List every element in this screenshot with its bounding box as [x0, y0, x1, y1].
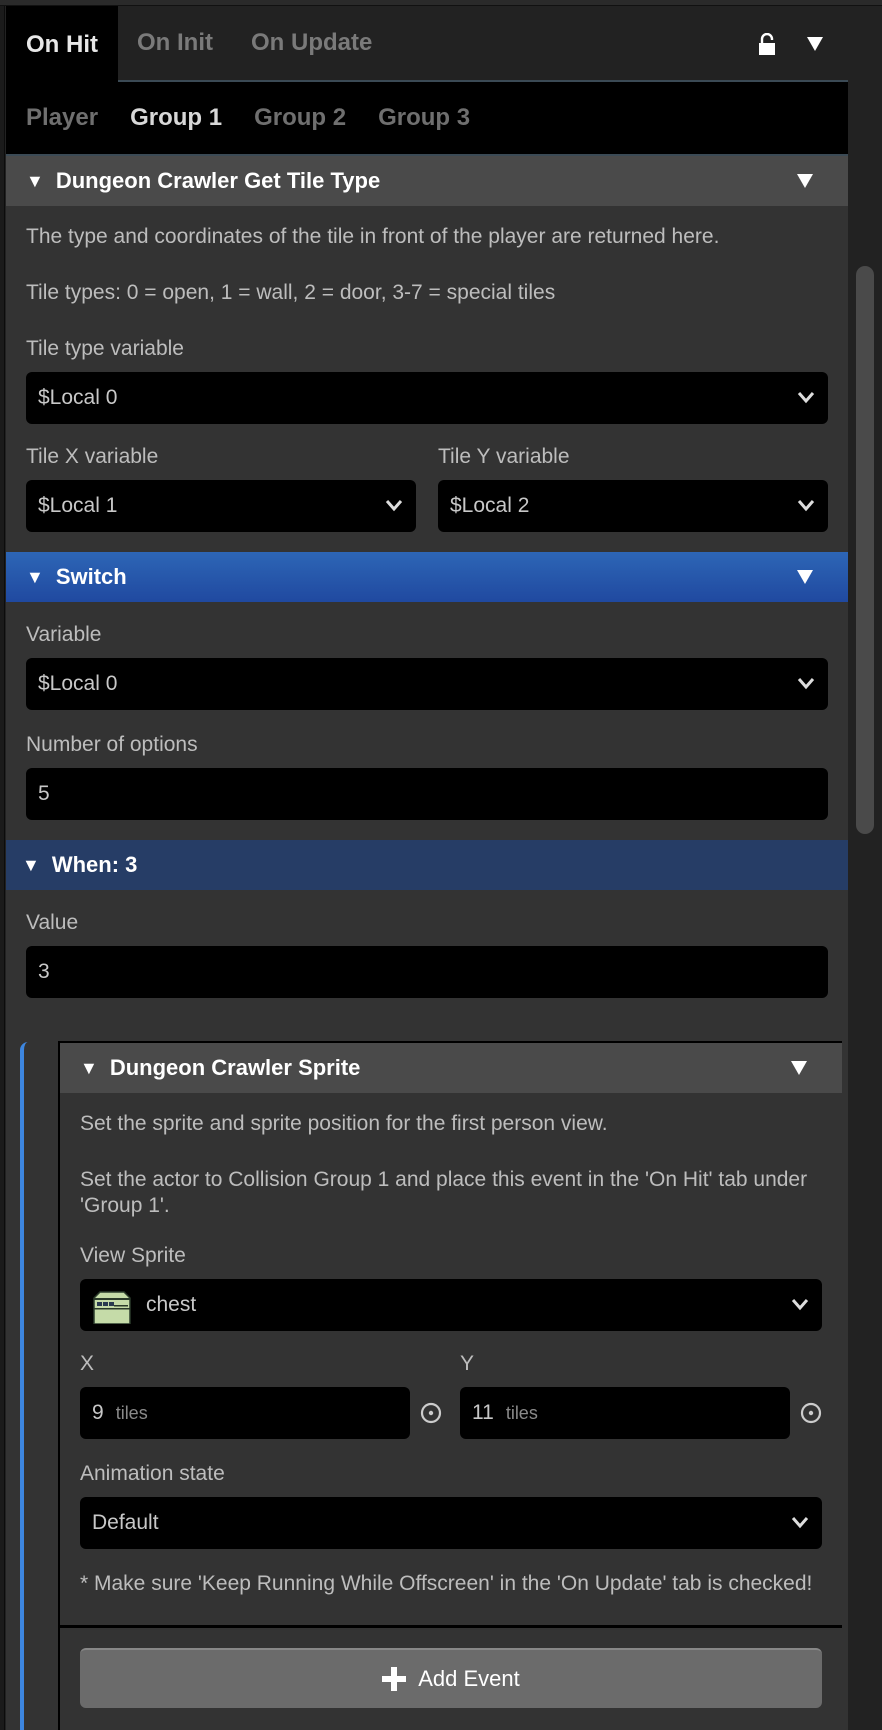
tab-on-hit[interactable]: On Hit — [6, 6, 118, 84]
chevron-down-icon — [384, 495, 404, 521]
selected-value: $Local 0 — [38, 386, 118, 409]
offscreen-note: * Make sure 'Keep Running While Offscree… — [80, 1572, 813, 1595]
chevron-down-icon — [796, 673, 816, 699]
case-header-when-3[interactable]: ▼ When: 3 — [6, 840, 848, 890]
switch-body: Variable $Local 0 Number of options 5 — [6, 622, 848, 820]
event-header-sprite[interactable]: ▼ Dungeon Crawler Sprite — [60, 1043, 842, 1093]
triangle-down-icon[interactable] — [806, 36, 824, 52]
unit-label: tiles — [115, 1402, 148, 1423]
event-title: Dungeon Crawler Sprite — [109, 1055, 361, 1080]
editor-frame: On Hit On Init On Update Player Group 1 … — [0, 0, 882, 1730]
input-value: 3 — [38, 960, 50, 983]
description: Set the actor to Collision Group 1 and p… — [80, 1168, 808, 1217]
selected-value: $Local 2 — [450, 494, 530, 517]
input-value: 9 — [92, 1401, 104, 1424]
collapse-triangle-icon[interactable]: ▼ — [80, 1058, 98, 1079]
tab-on-update[interactable]: On Update — [232, 6, 391, 80]
chevron-down-icon — [790, 1512, 810, 1538]
description: Set the sprite and sprite position for t… — [80, 1112, 608, 1135]
tile-x-select[interactable]: $Local 1 — [26, 480, 416, 532]
subtab-group-2[interactable]: Group 2 — [254, 104, 346, 132]
collapse-triangle-icon[interactable]: ▼ — [22, 855, 40, 876]
view-sprite-select[interactable]: chest — [80, 1279, 822, 1331]
animation-state-select[interactable]: Default — [80, 1497, 822, 1549]
tab-on-init[interactable]: On Init — [118, 6, 232, 80]
variable-toggle-icon[interactable] — [800, 1402, 822, 1424]
input-value: 11 — [472, 1401, 494, 1424]
event-title: Switch — [55, 564, 127, 589]
collapse-triangle-icon[interactable]: ▼ — [26, 171, 44, 192]
branch-indent-line — [20, 1042, 28, 1730]
plus-icon — [382, 1667, 407, 1691]
unlock-icon[interactable] — [758, 33, 776, 55]
tile-type-select[interactable]: $Local 0 — [26, 372, 828, 424]
number-of-options-input[interactable]: 5 — [26, 768, 828, 820]
subtab-group-3[interactable]: Group 3 — [378, 104, 470, 132]
subtab-player[interactable]: Player — [26, 104, 98, 132]
selected-value: Default — [92, 1511, 159, 1534]
get-tile-type-body: The type and coordinates of the tile in … — [6, 224, 848, 532]
event-header-get-tile-type[interactable]: ▼ Dungeon Crawler Get Tile Type — [6, 156, 848, 206]
vertical-scrollbar[interactable] — [856, 266, 874, 834]
options-label: Number of options — [26, 733, 198, 756]
selected-value: chest — [146, 1293, 197, 1316]
chest-sprite-icon — [88, 1286, 134, 1324]
event-menu-icon[interactable] — [796, 156, 814, 206]
left-border — [0, 6, 5, 1730]
view-sprite-label: View Sprite — [80, 1244, 186, 1267]
collision-group-tabs: Player Group 1 Group 2 Group 3 — [6, 82, 848, 156]
add-event-label: Add Event — [418, 1666, 520, 1691]
collapse-triangle-icon[interactable]: ▼ — [26, 567, 44, 588]
event-title: Dungeon Crawler Get Tile Type — [55, 168, 381, 193]
x-label: X — [80, 1352, 95, 1375]
switch-variable-select[interactable]: $Local 0 — [26, 658, 828, 710]
event-menu-icon[interactable] — [796, 552, 814, 602]
tile-x-label: Tile X variable — [26, 445, 159, 468]
chevron-down-icon — [790, 1294, 810, 1320]
event-header-switch[interactable]: ▼ Switch — [6, 552, 848, 602]
add-event-button[interactable]: Add Event — [80, 1648, 822, 1708]
animation-state-label: Animation state — [80, 1462, 225, 1485]
tile-y-label: Tile Y variable — [438, 445, 570, 468]
unit-label: tiles — [505, 1402, 538, 1423]
y-tiles-input[interactable]: 11 tiles — [460, 1387, 790, 1439]
tile-type-label: Tile type variable — [26, 337, 184, 360]
script-tabs: On Hit On Init On Update — [6, 6, 848, 84]
case-title: When: 3 — [51, 852, 138, 877]
chevron-down-icon — [796, 387, 816, 413]
input-value: 5 — [38, 782, 50, 805]
description: The type and coordinates of the tile in … — [26, 225, 720, 248]
description: Tile types: 0 = open, 1 = wall, 2 = door… — [26, 281, 556, 304]
y-label: Y — [460, 1352, 475, 1375]
divider — [60, 1625, 842, 1628]
case-value-input[interactable]: 3 — [26, 946, 828, 998]
value-label: Value — [26, 911, 79, 934]
chevron-down-icon — [796, 495, 816, 521]
tab-actions — [758, 6, 824, 82]
variable-label: Variable — [26, 623, 102, 646]
subtab-group-1[interactable]: Group 1 — [130, 104, 222, 132]
when-body: Value 3 — [6, 910, 848, 998]
event-menu-icon[interactable] — [790, 1043, 808, 1093]
nested-event-sprite: ▼ Dungeon Crawler Sprite Set the sprite … — [58, 1041, 842, 1730]
tile-y-select[interactable]: $Local 2 — [438, 480, 828, 532]
selected-value: $Local 0 — [38, 672, 118, 695]
x-tiles-input[interactable]: 9 tiles — [80, 1387, 410, 1439]
variable-toggle-icon[interactable] — [420, 1402, 442, 1424]
selected-value: $Local 1 — [38, 494, 118, 517]
sprite-body: Set the sprite and sprite position for t… — [60, 1111, 842, 1597]
